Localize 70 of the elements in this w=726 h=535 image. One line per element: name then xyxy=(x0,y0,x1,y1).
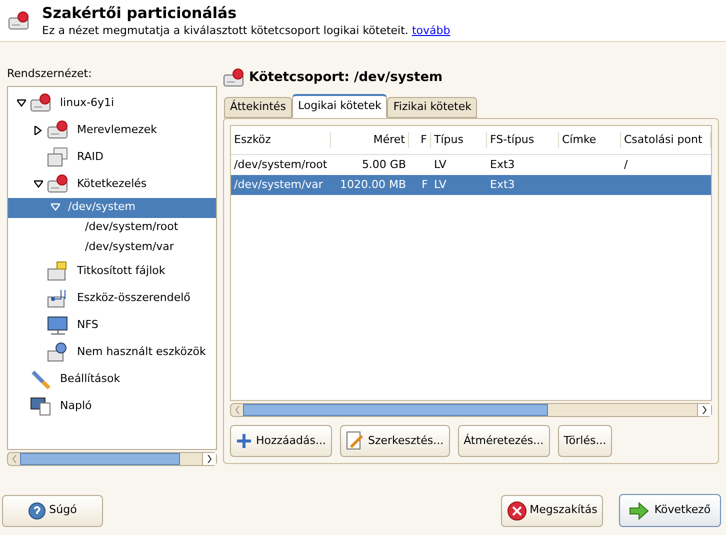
table-row[interactable]: /dev/system/var 1020.00 MB F LV Ext3 xyxy=(231,175,711,195)
table-cell-text: /dev/system/root xyxy=(233,156,328,173)
next-button[interactable]: Következő xyxy=(619,494,721,527)
tree-label: Rendszernézet: xyxy=(7,66,93,82)
table-row[interactable]: /dev/system/root 5.00 GB LV Ext3 / xyxy=(231,155,711,175)
action-button[interactable]: Átméretezés... xyxy=(458,425,550,457)
column-header[interactable]: Csatolási pont xyxy=(621,132,711,148)
tree-item[interactable]: Titkosított fájlok xyxy=(8,258,216,284)
table-cell-text: / xyxy=(623,156,629,173)
column-header[interactable]: Méret xyxy=(331,132,409,148)
disk-icon xyxy=(30,93,52,113)
arrow-right-icon xyxy=(629,502,650,520)
tree-item[interactable]: Napló xyxy=(8,392,216,420)
collapse-arrow-icon[interactable] xyxy=(16,98,26,108)
page-title: Szakértői particionálás xyxy=(42,3,238,23)
tree-item[interactable]: /dev/system xyxy=(8,198,216,218)
disk-icon xyxy=(47,120,69,140)
table-cell-text: Ext3 xyxy=(489,156,516,173)
cancel-button[interactable]: Megszakítás xyxy=(501,494,603,526)
tree-item[interactable]: /dev/system/root xyxy=(8,218,216,238)
help-icon xyxy=(28,502,46,520)
horizontal-scrollbar[interactable] xyxy=(230,403,712,417)
table-cell-text: Ext3 xyxy=(489,176,516,193)
page-description: Ez a nézet megmutatja a kiválasztott kötetcsoport logikai köteteit. tovább xyxy=(42,23,450,38)
tree-item[interactable]: Nem használt eszközök xyxy=(8,338,216,366)
scroll-right-icon[interactable] xyxy=(702,406,707,414)
tree-item[interactable]: Kötetkezelés xyxy=(8,170,216,198)
table-cell-text: F xyxy=(420,176,429,193)
table-cell-text: LV xyxy=(433,156,448,173)
action-button[interactable]: Törlés... xyxy=(558,425,612,457)
tree-item[interactable]: linux-6y1i xyxy=(8,90,216,116)
scroll-left-icon[interactable] xyxy=(234,406,240,414)
collapse-arrow-icon[interactable] xyxy=(34,180,42,188)
column-header[interactable]: Eszköz xyxy=(231,132,331,148)
disk-icon xyxy=(8,10,30,30)
column-header[interactable]: FS-típus xyxy=(487,132,559,148)
table-cell-text: /dev/system/var xyxy=(233,176,324,193)
table-cell-text: 1020.00 MB xyxy=(338,176,407,193)
tab[interactable]: Fizikai kötetek xyxy=(387,97,478,118)
plus-icon xyxy=(236,433,252,449)
column-header[interactable]: Címke xyxy=(559,132,621,148)
scroll-left-icon[interactable] xyxy=(12,454,16,462)
scrollbar-thumb[interactable] xyxy=(243,404,548,416)
computer-document-icon xyxy=(30,396,52,416)
disk-icon xyxy=(47,174,69,194)
tree-item[interactable]: NFS xyxy=(8,312,216,338)
horizontal-scrollbar[interactable] xyxy=(7,452,217,466)
help-button[interactable]: Súgó xyxy=(2,494,103,526)
tree-item[interactable]: Beállítások xyxy=(8,366,216,392)
disk-icon xyxy=(223,68,245,88)
tree-item[interactable]: Merevlemezek xyxy=(8,116,216,144)
document-pencil-icon xyxy=(346,431,364,451)
column-header[interactable]: F xyxy=(409,132,431,148)
tree-item[interactable]: /dev/system/var xyxy=(8,238,216,258)
tab[interactable]: Logikai kötetek xyxy=(292,94,388,118)
panel-title: Kötetcsoport: /dev/system xyxy=(249,69,443,88)
expand-arrow-icon[interactable] xyxy=(34,126,42,134)
scrollbar-thumb[interactable] xyxy=(20,452,180,464)
tree-item[interactable]: RAID xyxy=(8,144,216,170)
table-cell-text: LV xyxy=(433,176,448,193)
more-link[interactable]: tovább xyxy=(412,24,450,37)
scroll-right-icon[interactable] xyxy=(207,454,212,462)
tab[interactable]: Áttekintés xyxy=(224,97,292,118)
action-button[interactable]: Szerkesztés... xyxy=(340,425,450,457)
disk-stack-icon xyxy=(47,147,69,167)
table-cell-text: 5.00 GB xyxy=(360,156,407,173)
action-button[interactable]: Hozzáadás... xyxy=(230,425,332,457)
tree-item[interactable]: Eszköz-összerendelő xyxy=(8,284,216,312)
cancel-icon xyxy=(506,500,527,520)
column-header[interactable]: Típus xyxy=(431,132,487,148)
